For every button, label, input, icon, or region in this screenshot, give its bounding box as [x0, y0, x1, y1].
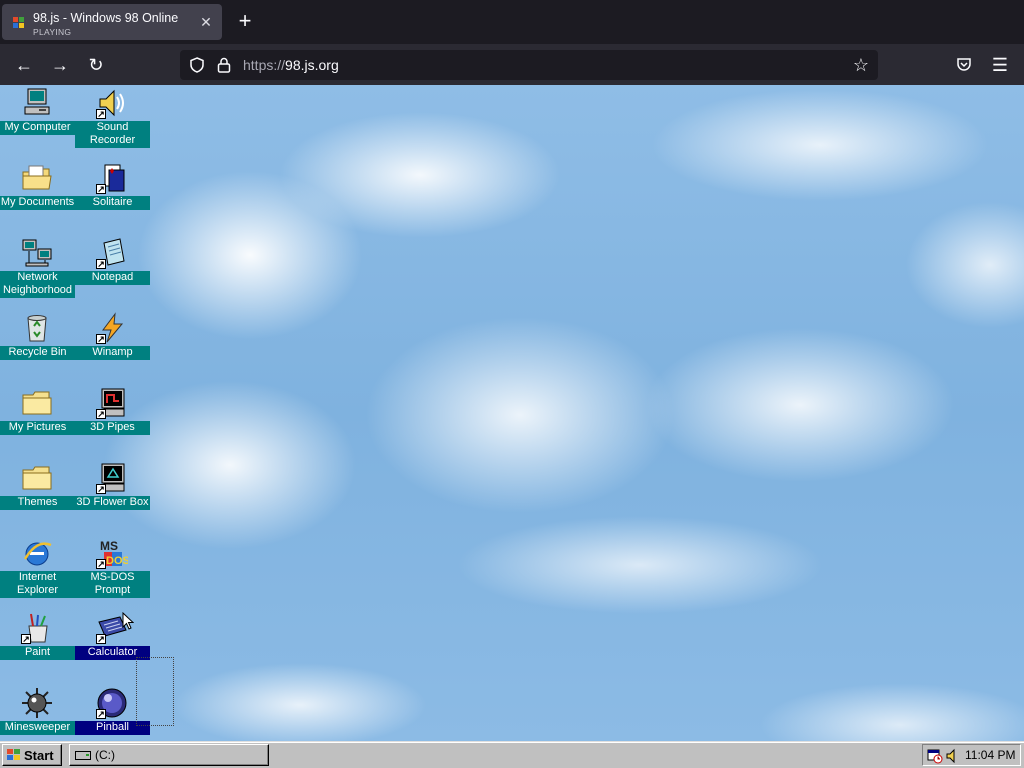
shortcut-arrow-icon: ↗ [96, 409, 106, 419]
desktop-icon-my-pictures[interactable]: My Pictures [0, 385, 75, 457]
desktop-icon-sound-recorder[interactable]: ↗ Sound Recorder [75, 85, 150, 157]
desktop-icon-minesweeper[interactable]: Minesweeper [0, 685, 75, 741]
desktop-icon-recycle-bin[interactable]: Recycle Bin [0, 310, 75, 382]
browser-tab[interactable]: 98.js - Windows 98 Online PLAYING ✕ [2, 4, 222, 40]
desktop-icon-my-documents[interactable]: My Documents [0, 160, 75, 232]
icon-label: Notepad [75, 271, 150, 285]
reload-icon[interactable]: ↻ [83, 52, 109, 78]
shortcut-arrow-icon: ↗ [96, 184, 106, 194]
icon-label: 3D Flower Box [75, 496, 150, 510]
folder-icon [22, 391, 52, 415]
icon-label: 3D Pipes [75, 421, 150, 435]
pocket-icon[interactable] [955, 56, 973, 74]
icon-label: Solitaire [75, 196, 150, 210]
desktop[interactable]: My Computer ↗ Sound Recorder My Document… [0, 85, 1024, 741]
bookmark-star-icon[interactable]: ☆ [850, 54, 872, 76]
desktop-icon-my-computer[interactable]: My Computer [0, 85, 75, 157]
recycle-bin-icon [27, 315, 47, 342]
forward-arrow-icon[interactable]: → [47, 52, 73, 78]
volume-icon[interactable] [946, 748, 956, 764]
desktop-icon-network-neighborhood[interactable]: Network Neighborhood [0, 235, 75, 307]
mouse-pointer-icon [122, 612, 134, 630]
minesweeper-icon [22, 688, 52, 718]
desktop-icon-3d-pipes[interactable]: ↗ 3D Pipes [75, 385, 150, 457]
icon-label: Paint [0, 646, 75, 660]
icon-label: My Pictures [0, 421, 75, 435]
icon-label: My Computer [0, 121, 75, 135]
close-icon[interactable]: ✕ [198, 14, 214, 30]
icon-label: Winamp [75, 346, 150, 360]
icon-label: MS-DOS Prompt [75, 571, 150, 598]
icon-label: Minesweeper [0, 721, 75, 735]
icon-label: Internet Explorer [0, 571, 75, 598]
tab-playing-indicator: PLAYING [33, 27, 72, 37]
shortcut-arrow-icon: ↗ [96, 634, 106, 644]
desktop-icon-ms-dos-prompt[interactable]: MS DOS ↗ MS-DOS Prompt [75, 535, 150, 607]
selection-marquee [136, 657, 174, 726]
desktop-icon-themes[interactable]: Themes [0, 460, 75, 532]
task-scheduler-icon[interactable] [927, 748, 943, 764]
shortcut-arrow-icon: ↗ [96, 484, 106, 494]
shield-icon[interactable] [188, 56, 206, 74]
icon-label: Network Neighborhood [0, 271, 75, 298]
menu-icon[interactable]: ☰ [987, 52, 1013, 78]
task-label: (C:) [95, 748, 115, 762]
svg-text:MS: MS [100, 539, 118, 553]
tab-title: 98.js - Windows 98 Online [33, 11, 179, 25]
back-arrow-icon[interactable]: ← [11, 52, 37, 78]
my-computer-icon [24, 88, 50, 115]
taskbar: Start (C:) 11:04 PM [0, 741, 1024, 768]
svg-text:DOS: DOS [106, 555, 128, 567]
desktop-icon-notepad[interactable]: ↗ Notepad [75, 235, 150, 307]
icon-label: My Documents [0, 196, 75, 210]
network-neighborhood-icon [22, 239, 52, 267]
icon-label: Themes [0, 496, 75, 510]
icon-label: Recycle Bin [0, 346, 75, 360]
shortcut-arrow-icon: ↗ [96, 109, 106, 119]
shortcut-arrow-icon: ↗ [21, 634, 31, 644]
start-button[interactable]: Start [2, 744, 62, 766]
url-text: https://98.js.org [243, 57, 339, 73]
internet-explorer-icon [23, 542, 52, 566]
desktop-icon-solitaire[interactable]: ↗ Solitaire [75, 160, 150, 232]
folder-icon [22, 466, 52, 490]
lock-icon[interactable] [216, 56, 232, 74]
icon-label: Sound Recorder [75, 121, 150, 148]
taskbar-button-drive-c[interactable]: (C:) [69, 744, 269, 766]
windows-logo-icon [7, 749, 20, 760]
desktop-icon-3d-flower-box[interactable]: ↗ 3D Flower Box [75, 460, 150, 532]
shortcut-arrow-icon: ↗ [96, 259, 106, 269]
my-documents-icon [22, 165, 52, 190]
hard-drive-icon [75, 751, 91, 760]
windows-logo-icon [13, 17, 24, 28]
desktop-icon-paint[interactable]: ↗ Paint [0, 610, 75, 682]
plus-icon[interactable]: + [234, 10, 256, 32]
browser-tab-strip: 98.js - Windows 98 Online PLAYING ✕ + [0, 0, 1024, 44]
clock: 11:04 PM [965, 748, 1016, 762]
shortcut-arrow-icon: ↗ [96, 559, 106, 569]
browser-toolbar: ← → ↻ https://98.js.org ☆ ☰ [0, 44, 1024, 85]
system-tray: 11:04 PM [922, 744, 1021, 766]
desktop-icon-winamp[interactable]: ↗ Winamp [75, 310, 150, 382]
shortcut-arrow-icon: ↗ [96, 709, 106, 719]
address-bar[interactable]: https://98.js.org ☆ [180, 50, 878, 80]
shortcut-arrow-icon: ↗ [96, 334, 106, 344]
start-label: Start [24, 748, 54, 763]
desktop-icon-internet-explorer[interactable]: Internet Explorer [0, 535, 75, 607]
